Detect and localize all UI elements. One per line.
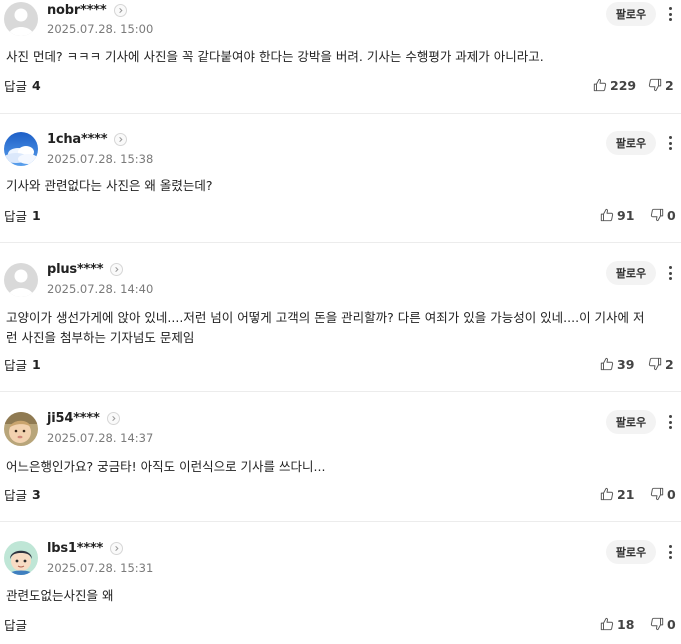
reply-button[interactable]: 답글: [4, 615, 32, 633]
thumbs-down-icon: [650, 208, 664, 222]
like-count: 91: [617, 207, 635, 223]
dislike-button[interactable]: 0: [650, 485, 676, 503]
like-count: 229: [610, 77, 637, 93]
follow-button[interactable]: 팔로우: [606, 131, 656, 155]
like-count: 18: [617, 616, 635, 632]
dislike-button[interactable]: 2: [648, 76, 674, 94]
reply-button[interactable]: 답글 1: [4, 355, 41, 373]
comment-divider: [0, 521, 681, 522]
comment-timestamp: 2025.07.28. 15:00: [47, 22, 154, 36]
more-options-icon[interactable]: [664, 412, 676, 432]
reply-label: 답글: [4, 357, 28, 373]
comment-timestamp: 2025.07.28. 15:38: [47, 152, 154, 166]
username[interactable]: ji54****: [47, 411, 100, 426]
user-avatar[interactable]: [4, 132, 38, 166]
comment-text: 사진 먼데? ㅋㅋㅋ 기사에 사진을 꼭 같다붙여야 한다는 강박을 버려. 기…: [6, 49, 544, 64]
reply-count: 4: [32, 77, 41, 93]
reply-button[interactable]: 답글 1: [4, 206, 41, 224]
reply-label: 답글: [4, 617, 28, 633]
dislike-count: 0: [667, 486, 676, 502]
like-button[interactable]: 229: [593, 76, 636, 94]
dislike-button[interactable]: 0: [650, 615, 676, 633]
like-button[interactable]: 18: [600, 615, 634, 633]
cartoon-boy-avatar-icon: [4, 541, 38, 575]
like-count: 21: [617, 486, 635, 502]
thumbs-up-icon: [593, 78, 607, 92]
thumbs-down-icon: [648, 357, 662, 371]
more-options-icon[interactable]: [664, 133, 676, 153]
user-avatar[interactable]: [4, 412, 38, 446]
thumbs-up-icon: [600, 357, 614, 371]
thumbs-down-icon: [648, 78, 662, 92]
chevron-right-icon[interactable]: [110, 262, 124, 276]
reply-label: 답글: [4, 208, 28, 224]
chevron-right-icon[interactable]: [110, 541, 124, 555]
reply-label: 답글: [4, 487, 28, 503]
reply-button[interactable]: 답글 3: [4, 485, 41, 503]
comment-text: 관련도없는사진을 왜: [6, 588, 114, 603]
comment-text: 기사와 관련없다는 사진은 왜 올렸는데?: [6, 178, 213, 193]
reply-label: 답글: [4, 78, 28, 94]
more-options-icon[interactable]: [664, 4, 676, 24]
follow-button[interactable]: 팔로우: [606, 2, 656, 26]
dislike-count: 0: [667, 616, 676, 632]
chevron-right-icon[interactable]: [114, 132, 128, 146]
more-options-icon[interactable]: [664, 542, 676, 562]
username[interactable]: lbs1****: [47, 541, 103, 556]
username[interactable]: plus****: [47, 262, 104, 277]
like-button[interactable]: 21: [600, 485, 634, 503]
sky-cloud-avatar-icon: [4, 132, 38, 166]
chevron-right-icon[interactable]: [113, 3, 127, 17]
default-avatar-icon: [4, 2, 38, 36]
comment-timestamp: 2025.07.28. 14:37: [47, 431, 154, 445]
reply-count: 1: [32, 356, 41, 372]
dislike-count: 0: [667, 207, 676, 223]
comment-text: 고양이가 생선가게에 앉아 있네....저런 넘이 어떻게 고객의 돈을 관리할…: [6, 310, 645, 345]
username[interactable]: 1cha****: [47, 132, 108, 147]
follow-button[interactable]: 팔로우: [606, 410, 656, 434]
thumbs-up-icon: [600, 487, 614, 501]
thumbs-up-icon: [600, 208, 614, 222]
like-count: 39: [617, 356, 635, 372]
default-avatar-icon: [4, 263, 38, 297]
follow-button[interactable]: 팔로우: [606, 261, 656, 285]
comment-timestamp: 2025.07.28. 14:40: [47, 282, 154, 296]
comment-timestamp: 2025.07.28. 15:31: [47, 561, 154, 575]
follow-button[interactable]: 팔로우: [606, 540, 656, 564]
user-avatar[interactable]: [4, 2, 38, 36]
more-options-icon[interactable]: [664, 263, 676, 283]
baby-photo-avatar-icon: [4, 412, 38, 446]
username[interactable]: nobr****: [47, 3, 107, 18]
dislike-count: 2: [665, 356, 674, 372]
like-button[interactable]: 39: [600, 355, 634, 373]
comment-text: 어느은행인가요? 궁금타! 아직도 이런식으로 기사를 쓰다니...: [6, 459, 326, 474]
dislike-button[interactable]: 0: [650, 206, 676, 224]
chevron-right-icon[interactable]: [106, 411, 120, 425]
dislike-button[interactable]: 2: [648, 355, 674, 373]
like-button[interactable]: 91: [600, 206, 634, 224]
reply-count: 1: [32, 207, 41, 223]
user-avatar[interactable]: [4, 541, 38, 575]
thumbs-up-icon: [600, 617, 614, 631]
reply-count: 3: [32, 486, 41, 502]
dislike-count: 2: [665, 77, 674, 93]
comment-divider: [0, 391, 681, 392]
comment-divider: [0, 242, 681, 243]
thumbs-down-icon: [650, 617, 664, 631]
user-avatar[interactable]: [4, 263, 38, 297]
thumbs-down-icon: [650, 487, 664, 501]
comment-divider: [0, 113, 681, 114]
reply-button[interactable]: 답글 4: [4, 76, 41, 94]
